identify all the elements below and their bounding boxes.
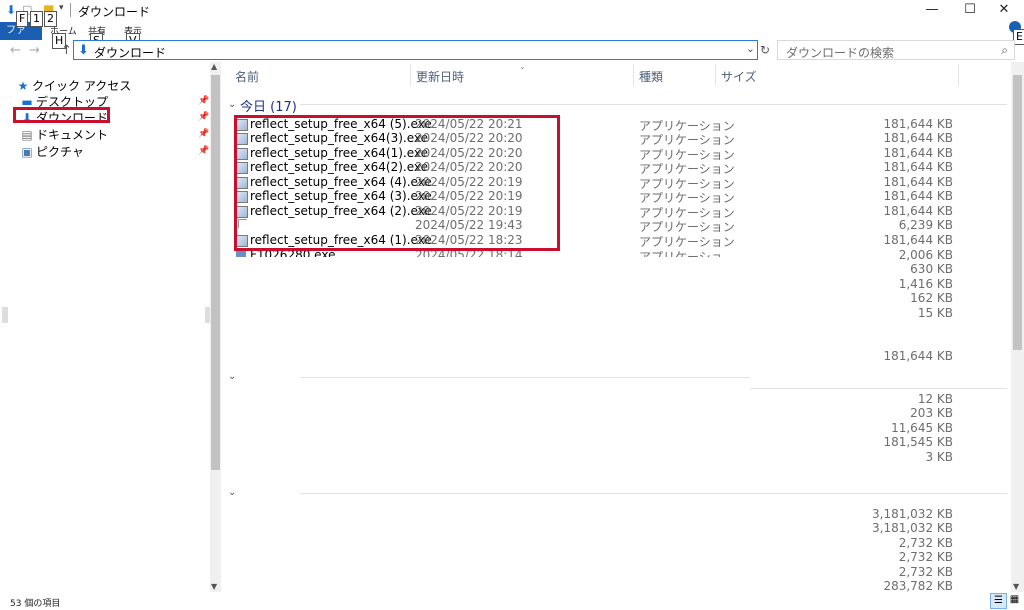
file-size: 2,006 KB <box>898 248 953 262</box>
group-divider <box>750 388 1007 389</box>
scroll-down-icon[interactable]: ▼ <box>1013 582 1019 591</box>
pin-icon[interactable]: 📌 <box>198 96 209 106</box>
file-size: 181,644 KB <box>883 175 953 189</box>
file-size: 15 KB <box>917 306 953 320</box>
sidebar-item-pictures[interactable]: ▣ ピクチャ <box>20 143 84 159</box>
file-size: 11,645 KB <box>891 421 953 435</box>
pin-icon[interactable]: 📌 <box>198 129 209 139</box>
exe-file-icon <box>236 251 246 257</box>
keytip-file: F <box>16 11 29 27</box>
sidebar-item-label: ドキュメント <box>36 128 109 142</box>
file-size: 1,416 KB <box>898 277 953 291</box>
details-view-icon[interactable]: ☰ <box>990 593 1007 609</box>
file-size: 162 KB <box>910 291 953 305</box>
group-header-today[interactable]: 今日 (17) <box>240 96 297 115</box>
address-input[interactable]: ダウンロード <box>94 44 166 61</box>
sidebar-item-documents[interactable]: ▤ ドキュメント <box>20 126 108 142</box>
column-divider[interactable] <box>633 64 634 86</box>
document-icon: ▤ <box>21 128 33 142</box>
group-collapse-icon[interactable]: ⌄ <box>228 371 236 382</box>
up-button[interactable]: ↑ <box>61 43 72 58</box>
file-size: 181,545 KB <box>883 435 953 449</box>
window-title: ダウンロード <box>78 5 151 19</box>
file-size: 181,644 KB <box>883 189 953 203</box>
toolbar-dropdown-icon[interactable]: ▾ <box>59 3 64 13</box>
address-bar[interactable]: ⬇ ダウンロード ⌄ <box>73 40 758 60</box>
file-size: 181,644 KB <box>883 233 953 247</box>
large-icons-view-icon[interactable]: ▦ <box>1007 593 1022 607</box>
column-divider[interactable] <box>410 64 411 86</box>
ribbon <box>0 22 1024 40</box>
group-divider <box>300 104 1007 105</box>
search-icon[interactable]: ⌕ <box>1001 43 1008 58</box>
pane-edge <box>2 307 8 323</box>
sort-caret-icon: ⌄ <box>519 62 526 71</box>
file-size: 181,644 KB <box>883 160 953 174</box>
file-size: 181,644 KB <box>883 131 953 145</box>
file-size: 12 KB <box>917 392 953 406</box>
group-divider <box>300 493 1007 494</box>
file-size: 283,782 KB <box>883 579 953 593</box>
sidebar-scrollbar-thumb[interactable] <box>211 75 220 470</box>
highlight-box-files <box>234 115 560 251</box>
title-divider <box>70 3 71 17</box>
close-button[interactable]: ✕ <box>981 0 1024 22</box>
pictures-icon: ▣ <box>21 145 33 159</box>
keytip-1: 1 <box>30 11 43 27</box>
file-size: 6,239 KB <box>898 218 953 232</box>
star-icon: ★ <box>17 79 29 93</box>
file-size: 181,644 KB <box>883 349 953 363</box>
group-collapse-icon[interactable]: ⌄ <box>228 99 236 110</box>
file-type: アプリケーション <box>639 250 721 257</box>
column-divider[interactable] <box>715 64 716 86</box>
file-size: 2,732 KB <box>898 565 953 579</box>
download-icon: ⬇ <box>6 3 17 17</box>
search-box[interactable]: ダウンロードの検索 ⌕ <box>777 40 1015 60</box>
group-collapse-icon[interactable]: ⌄ <box>228 487 236 498</box>
forward-button[interactable]: → <box>29 43 40 58</box>
file-size: 630 KB <box>910 262 953 276</box>
column-headers <box>221 62 1011 88</box>
pin-icon[interactable]: 📌 <box>198 112 209 122</box>
title-bar: ⬇ ▢ ▆ ▾ ダウンロード — ☐ ✕ <box>0 0 1024 22</box>
file-size: 3,181,032 KB <box>872 507 953 521</box>
file-size: 3,181,032 KB <box>872 521 953 535</box>
group-divider <box>300 377 750 378</box>
pin-icon[interactable]: 📌 <box>198 146 209 156</box>
content-scrollbar-thumb[interactable] <box>1013 75 1022 350</box>
sidebar-item-label: クイック アクセス <box>32 79 132 93</box>
download-icon: ⬇ <box>78 43 89 58</box>
blank-area <box>750 365 1010 389</box>
column-header-size[interactable]: サイズ <box>721 68 757 85</box>
column-header-type[interactable]: 種類 <box>639 68 663 85</box>
column-header-date[interactable]: 更新日時 <box>416 68 464 85</box>
chevron-down-icon[interactable]: ⌄ <box>746 42 755 55</box>
column-divider[interactable] <box>958 64 959 86</box>
file-size: 2,732 KB <box>898 536 953 550</box>
file-size: 203 KB <box>910 406 953 420</box>
scroll-up-icon[interactable]: ▲ <box>211 62 217 71</box>
status-bar <box>0 592 1024 610</box>
refresh-button[interactable]: ↻ <box>760 43 770 57</box>
file-size: 2,732 KB <box>898 550 953 564</box>
back-button[interactable]: ← <box>10 43 21 58</box>
highlight-box-sidebar <box>13 107 110 123</box>
sidebar-item-quick-access[interactable]: ★ クイック アクセス <box>16 77 132 93</box>
item-count: 53 個の項目 <box>10 599 61 609</box>
sidebar-item-label: ピクチャ <box>36 145 84 159</box>
search-input[interactable]: ダウンロードの検索 <box>786 44 894 61</box>
file-size: 181,644 KB <box>883 204 953 218</box>
file-size: 181,644 KB <box>883 146 953 160</box>
column-header-name[interactable]: 名前 <box>235 68 259 85</box>
keytip-2: 2 <box>44 11 57 27</box>
scroll-down-icon[interactable]: ▼ <box>211 582 217 591</box>
file-size: 3 KB <box>925 450 953 464</box>
file-size: 181,644 KB <box>883 117 953 131</box>
